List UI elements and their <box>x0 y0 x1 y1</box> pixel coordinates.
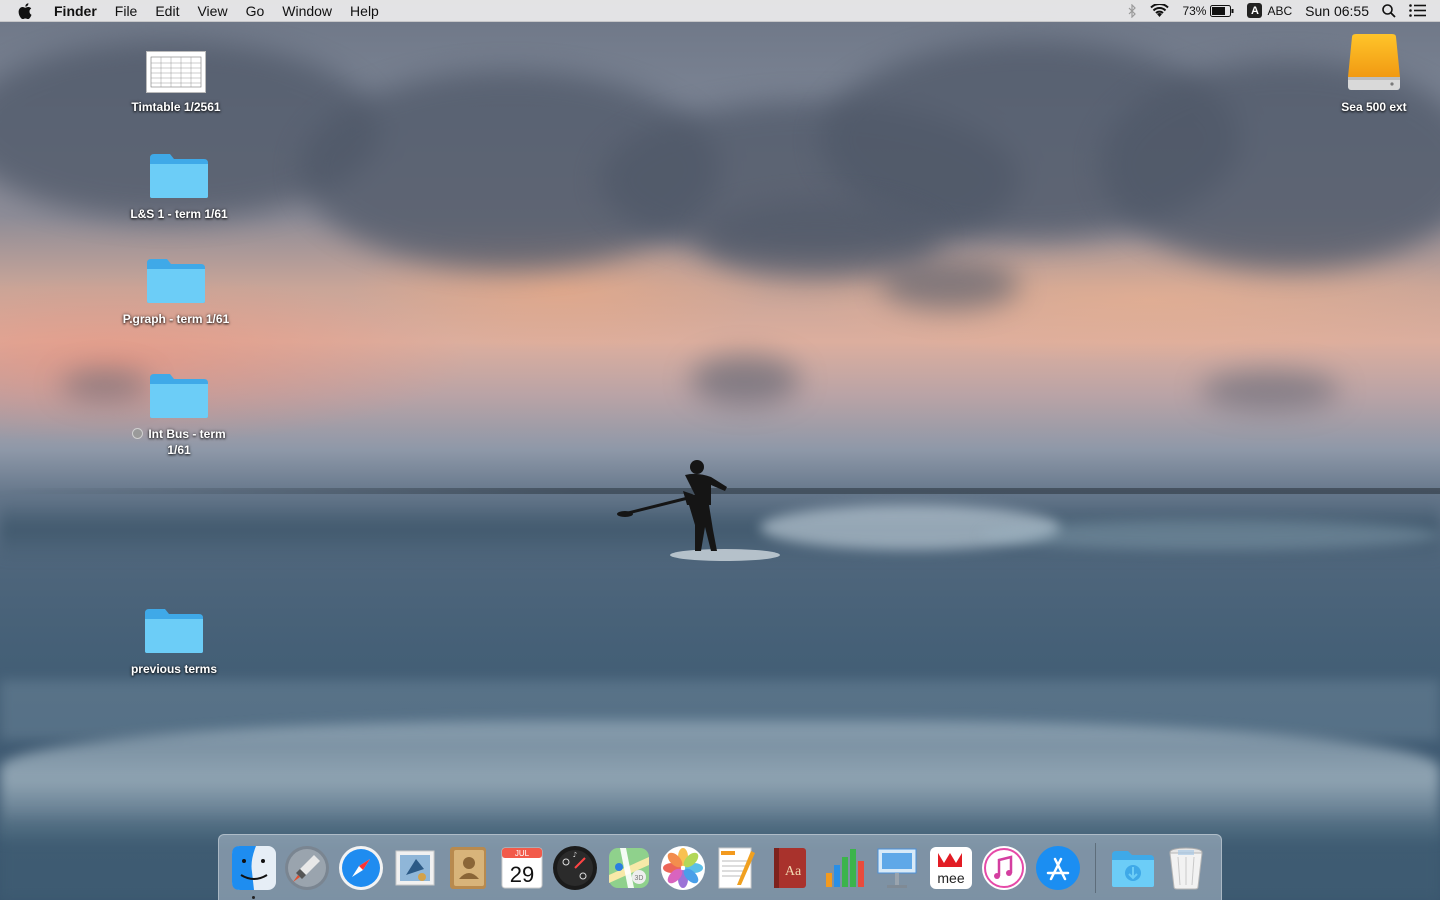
desktop-icon-label: Sea 500 ext <box>1341 100 1407 114</box>
downloads-folder-icon <box>1111 850 1154 887</box>
desktop-icon-label: L&S 1 - term 1/61 <box>130 207 228 221</box>
desktop-drive-sea500[interactable]: Sea 500 ext <box>1304 33 1440 115</box>
desktop-folder-pgraph[interactable]: P.graph - term 1/61 <box>106 245 246 327</box>
input-source-badge: A <box>1247 3 1263 18</box>
battery-percent[interactable]: 73% <box>1182 4 1206 18</box>
folder-icon <box>148 360 210 420</box>
wifi-icon[interactable] <box>1150 3 1170 18</box>
desktop-icon-label: P.graph - term 1/61 <box>122 312 230 326</box>
keynote-icon <box>877 848 917 888</box>
dock-launchpad[interactable] <box>283 843 333 893</box>
dock-dictionary[interactable]: Aa <box>765 843 815 893</box>
app-menu-finder[interactable]: Finder <box>45 0 106 22</box>
menu-edit[interactable]: Edit <box>146 0 188 22</box>
menu-go[interactable]: Go <box>237 0 274 22</box>
input-source-menu[interactable]: A ABC <box>1247 3 1292 18</box>
launchpad-icon <box>285 845 330 890</box>
mee-app-icon: mee <box>929 846 972 889</box>
document-thumbnail-icon <box>146 33 206 93</box>
bluetooth-icon[interactable] <box>1127 3 1137 18</box>
calendar-month: JUL <box>515 849 530 858</box>
dashboard-icon: ♪ <box>553 845 598 890</box>
dock-pages[interactable] <box>711 843 761 893</box>
dictionary-icon: Aa <box>773 847 806 888</box>
maps-icon: 3D <box>609 847 650 888</box>
app-store-icon <box>1035 845 1080 890</box>
folder-icon <box>143 595 205 655</box>
running-indicator <box>252 895 256 899</box>
menu-clock[interactable]: Sun 06:55 <box>1305 3 1369 19</box>
menu-view[interactable]: View <box>188 0 236 22</box>
trash-icon <box>1169 847 1203 889</box>
calendar-day: 29 <box>510 862 534 887</box>
folder-icon <box>145 245 207 305</box>
external-drive-icon <box>1346 33 1402 93</box>
mail-icon <box>395 850 435 885</box>
gray-tag-dot <box>132 428 144 439</box>
svg-text:3D: 3D <box>635 875 644 882</box>
safari-icon <box>339 845 384 890</box>
pages-icon <box>718 847 756 888</box>
dock: JUL 29 ♪ 3D Aa mee <box>218 834 1222 900</box>
mee-app-label: mee <box>937 870 964 886</box>
dock-trash[interactable] <box>1161 843 1211 893</box>
input-source-label: ABC <box>1267 3 1293 18</box>
menu-file[interactable]: File <box>106 0 147 22</box>
dock-maps[interactable]: 3D <box>604 843 654 893</box>
menu-help[interactable]: Help <box>341 0 388 22</box>
svg-text:♪: ♪ <box>573 851 577 859</box>
photos-icon <box>660 845 705 890</box>
surfer-silhouette <box>617 460 780 561</box>
notification-center-icon[interactable] <box>1409 4 1426 17</box>
dock-itunes[interactable] <box>980 843 1030 893</box>
dock-numbers[interactable] <box>819 843 869 893</box>
folder-icon <box>148 140 210 200</box>
desktop-folder-intbus[interactable]: Int Bus - term 1/61 <box>109 360 249 458</box>
dock-dashboard[interactable]: ♪ <box>551 843 601 893</box>
desktop-folder-ls1[interactable]: L&S 1 - term 1/61 <box>109 140 249 222</box>
dock-photos[interactable] <box>658 843 708 893</box>
menu-window[interactable]: Window <box>273 0 341 22</box>
battery-icon[interactable] <box>1210 4 1234 17</box>
desktop-icon-label: Timtable 1/2561 <box>131 100 221 114</box>
dictionary-glyph: Aa <box>785 864 802 879</box>
contacts-icon <box>450 846 487 889</box>
finder-icon <box>231 845 276 890</box>
dock-contacts[interactable] <box>443 843 493 893</box>
apple-menu-icon[interactable] <box>0 2 45 19</box>
dock-calendar[interactable]: JUL 29 <box>497 843 547 893</box>
dock-downloads-folder[interactable] <box>1108 843 1158 893</box>
dock-mee[interactable]: mee <box>926 843 976 893</box>
desktop-icon-timtable[interactable]: Timtable 1/2561 <box>106 33 246 115</box>
dock-safari[interactable] <box>336 843 386 893</box>
dock-mail[interactable] <box>390 843 440 893</box>
dock-keynote[interactable] <box>872 843 922 893</box>
dock-separator <box>1094 842 1096 893</box>
numbers-icon <box>825 848 864 887</box>
itunes-icon <box>982 845 1027 890</box>
desktop-icon-label: Int Bus - term 1/61 <box>132 426 226 458</box>
desktop-icon-label: previous terms <box>130 662 218 676</box>
desktop-folder-previous-terms[interactable]: previous terms <box>104 595 244 677</box>
dock-finder[interactable] <box>229 843 279 899</box>
spotlight-search-icon[interactable] <box>1382 3 1396 18</box>
menu-bar: Finder File Edit View Go Window Help 73%… <box>0 0 1440 22</box>
calendar-icon: JUL 29 <box>501 847 543 888</box>
dock-app-store[interactable] <box>1033 843 1083 893</box>
